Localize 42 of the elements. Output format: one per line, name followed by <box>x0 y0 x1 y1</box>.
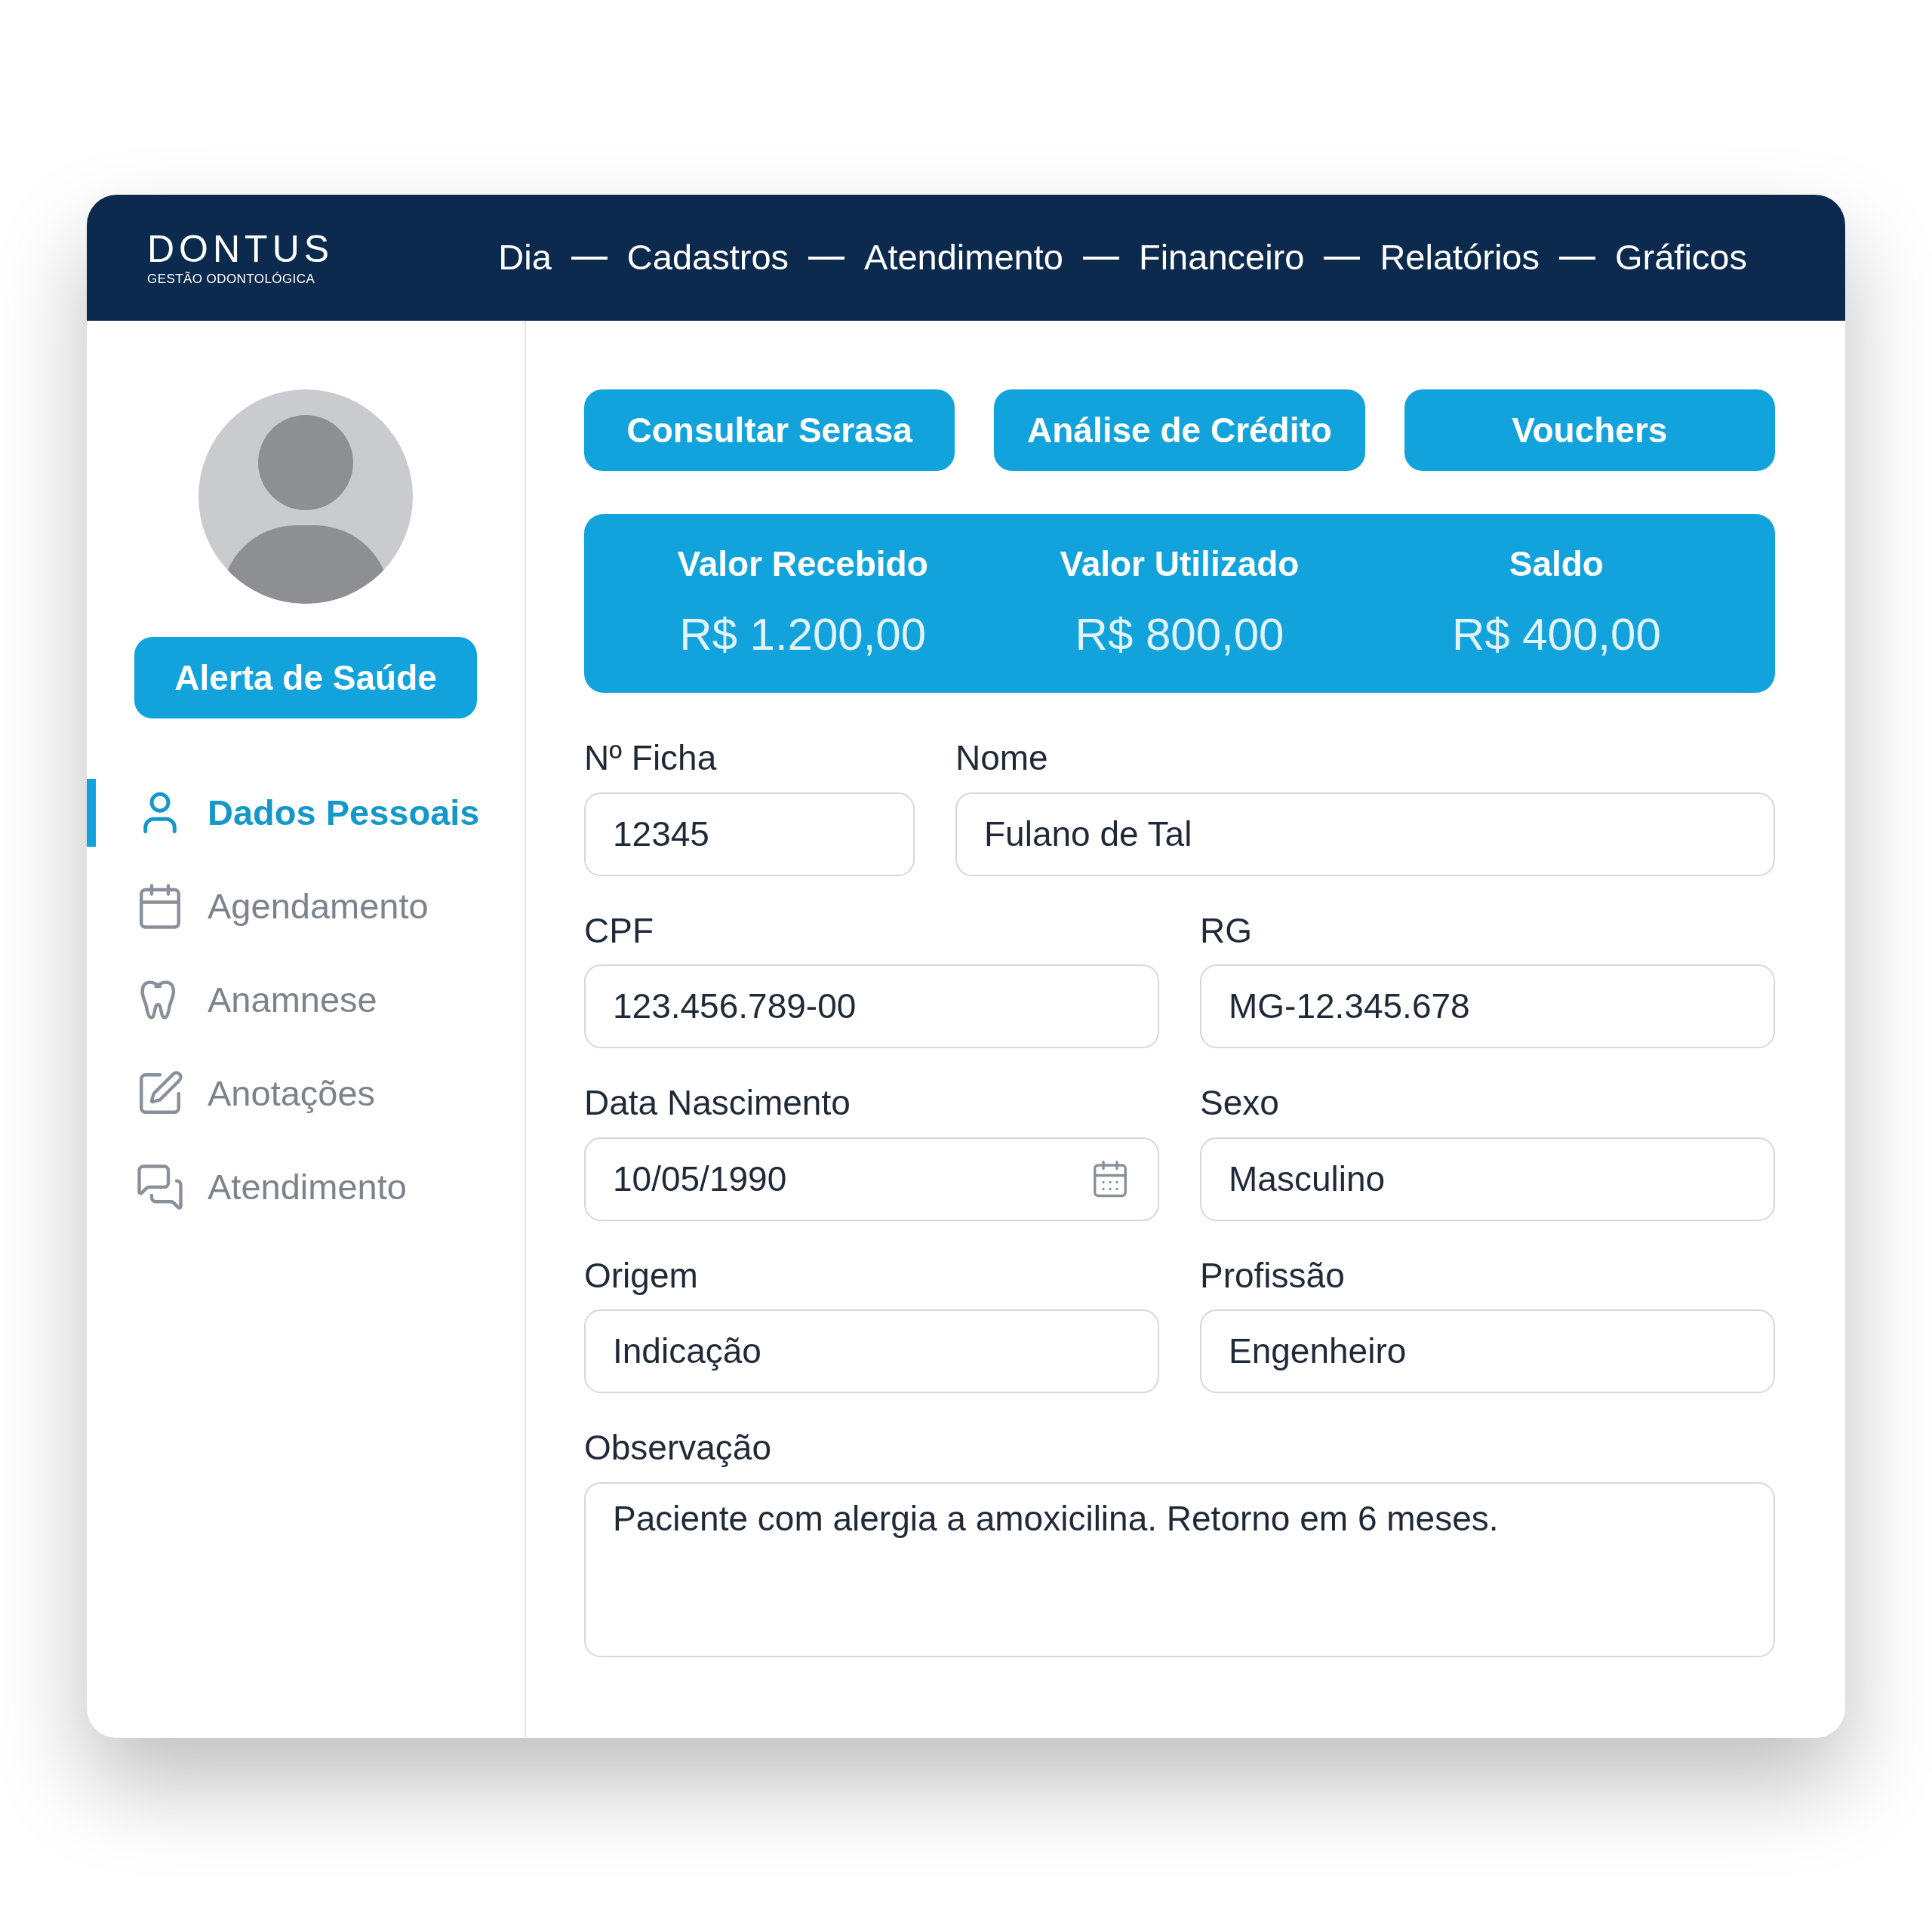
input-field[interactable]: Indicação <box>584 1309 1159 1393</box>
field-label: Origem <box>584 1254 699 1297</box>
input-field[interactable]: 123.456.789-00 <box>584 964 1159 1048</box>
summary-label: Valor Recebido <box>677 543 928 585</box>
summary-value: R$ 800,00 <box>1075 608 1284 661</box>
input-field[interactable]: Masculino <box>1200 1137 1775 1221</box>
summary-label: Valor Utilizado <box>1060 543 1300 585</box>
sidebar-label: Dados Pessoais <box>208 791 480 834</box>
nav-link[interactable]: Dia <box>498 231 552 285</box>
sidebar-item[interactable]: Atendimento <box>87 1153 525 1221</box>
sidebar-label: Anamnese <box>208 978 377 1021</box>
sidebar-label: Atendimento <box>208 1165 407 1208</box>
nav-link[interactable]: Financeiro <box>1138 231 1305 285</box>
nav-link[interactable]: Relatórios <box>1380 231 1540 285</box>
summary-value: R$ 400,00 <box>1451 608 1661 661</box>
field-label: Nome <box>955 737 1049 779</box>
chat-icon <box>135 1162 185 1212</box>
nav-link[interactable]: Gráficos <box>1615 231 1747 285</box>
field-label: Observação <box>584 1427 772 1469</box>
observation-field[interactable]: Paciente com alergia a amoxicilina. Retorno em 6 meses. <box>584 1481 1775 1657</box>
field-label: RG <box>1200 909 1253 952</box>
field-label: Profissão <box>1200 1254 1346 1297</box>
logo[interactable]: DONTUS <box>147 230 334 268</box>
nav-link[interactable]: Atendimento <box>864 231 1063 285</box>
input-field[interactable]: Engenheiro <box>1200 1309 1775 1393</box>
sidebar-item[interactable]: Anamnese <box>87 966 525 1034</box>
field-label: Data Nascimento <box>584 1082 851 1124</box>
sidebar-label: Anotações <box>208 1072 376 1115</box>
sidebar-label: Agendamento <box>208 884 429 928</box>
nav-link[interactable]: Cadastros <box>626 231 789 285</box>
summary-label: Saldo <box>1509 543 1604 585</box>
sidebar-item[interactable]: Agendamento <box>87 872 525 940</box>
field-label: Sexo <box>1200 1082 1280 1124</box>
input-field[interactable]: 12345 <box>584 792 915 876</box>
input-field[interactable]: Fulano de Tal <box>955 792 1775 876</box>
logo-tagline: GESTÃO ODONTOLÓGICA <box>147 272 316 285</box>
field-label: CPF <box>584 909 654 952</box>
field-label: Nº Ficha <box>584 737 718 779</box>
summary-value: R$ 1.200,00 <box>679 608 927 661</box>
input-field[interactable]: MG-12.345.678 <box>1200 964 1775 1048</box>
sidebar-item[interactable]: Anotações <box>87 1060 525 1128</box>
date-field[interactable]: 10/05/1990 <box>584 1137 1159 1221</box>
